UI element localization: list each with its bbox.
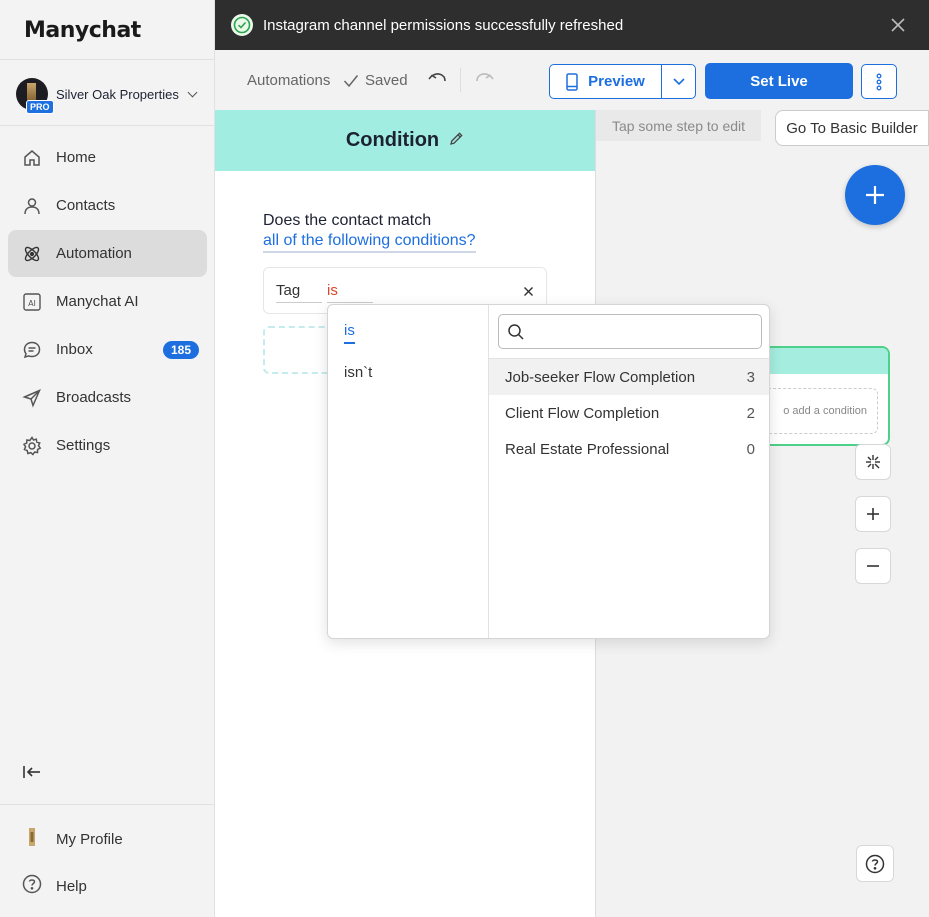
canvas-hint: Tap some step to edit: [596, 110, 761, 141]
add-step-button[interactable]: [845, 165, 905, 225]
atom-icon: [22, 244, 42, 264]
redo-icon[interactable]: [473, 70, 495, 95]
save-status-label: Saved: [365, 72, 408, 89]
check-icon: [343, 74, 359, 87]
my-profile-link[interactable]: My Profile: [22, 826, 123, 853]
preview-options-button[interactable]: [661, 64, 696, 99]
sidebar-item-label: Home: [56, 149, 97, 166]
undo-icon[interactable]: [427, 70, 449, 95]
manychat-logo[interactable]: Manychat: [24, 18, 141, 43]
pencil-icon[interactable]: [449, 131, 464, 151]
sidebar-divider: [0, 125, 215, 126]
more-vertical-icon: [876, 73, 882, 90]
remove-condition-icon[interactable]: [523, 284, 534, 302]
help-label: Help: [56, 878, 87, 895]
sidebar-divider: [0, 59, 215, 60]
toast-message: Instagram channel permissions successful…: [263, 16, 624, 34]
search-icon: [508, 323, 524, 340]
toolbar-divider: [460, 68, 461, 92]
account-name: Silver Oak Properties: [56, 86, 179, 102]
account-switcher[interactable]: PRO Silver Oak Properties: [16, 76, 206, 114]
tag-name: Client Flow Completion: [505, 404, 660, 422]
save-status: Saved: [343, 72, 408, 89]
sidebar-item-label: Contacts: [56, 197, 116, 214]
condition-question: Does the contact match: [263, 212, 432, 229]
minus-icon: [867, 565, 879, 567]
panel-title: Condition: [345, 129, 440, 151]
preview-label: Preview: [588, 73, 645, 90]
condition-field-select[interactable]: Tag: [276, 282, 322, 303]
profile-avatar: [22, 826, 42, 853]
success-toast: Instagram channel permissions successful…: [215, 0, 929, 50]
sidebar-item-label: Inbox: [56, 341, 93, 358]
operator-option-isnt[interactable]: isn`t: [344, 364, 372, 381]
tag-option[interactable]: Real Estate Professional 0: [489, 431, 769, 467]
more-options-button[interactable]: [861, 64, 897, 99]
chevron-down-icon: [672, 77, 685, 85]
tag-count: 0: [746, 440, 755, 458]
pro-badge: PRO: [26, 100, 54, 114]
sidebar-item-automation[interactable]: Automation: [8, 230, 207, 277]
user-icon: [22, 196, 42, 216]
svg-text:AI: AI: [28, 299, 36, 308]
ai-icon: AI: [22, 292, 42, 312]
sidebar-item-contacts[interactable]: Contacts: [8, 182, 207, 229]
tag-count: 3: [746, 368, 755, 386]
zoom-out-button[interactable]: [855, 548, 891, 584]
tag-option[interactable]: Client Flow Completion 2: [489, 395, 769, 431]
send-icon: [22, 388, 42, 408]
magic-wand-button[interactable]: [855, 444, 891, 480]
sparkle-icon: [866, 455, 880, 469]
breadcrumb-automations[interactable]: Automations: [247, 72, 330, 89]
collapse-sidebar-icon[interactable]: [20, 760, 44, 784]
match-mode-link[interactable]: all of the following conditions?: [263, 232, 476, 253]
help-link[interactable]: Help: [22, 874, 87, 899]
tag-condition-dropdown: is isn`t Job-seeker Flow Completion 3 Cl…: [327, 304, 770, 639]
zoom-in-button[interactable]: [855, 496, 891, 532]
tag-count: 2: [746, 404, 755, 422]
sidebar: Manychat PRO Silver Oak Properties Home …: [0, 0, 215, 917]
account-avatar: PRO: [16, 78, 54, 114]
tag-option[interactable]: Job-seeker Flow Completion 3: [489, 359, 769, 395]
sidebar-item-label: Broadcasts: [56, 389, 132, 406]
condition-operator-select[interactable]: is: [327, 282, 373, 303]
operator-list: is isn`t: [328, 305, 489, 638]
go-to-basic-builder-button[interactable]: Go To Basic Builder: [775, 110, 929, 146]
my-profile-label: My Profile: [56, 831, 123, 848]
sidebar-item-manychat-ai[interactable]: AI Manychat AI: [8, 278, 207, 325]
help-button[interactable]: [856, 845, 894, 882]
sidebar-divider: [0, 804, 215, 805]
sidebar-item-label: Automation: [56, 245, 132, 262]
chevron-down-icon: [187, 87, 198, 97]
sidebar-item-broadcasts[interactable]: Broadcasts: [8, 374, 207, 421]
condition-panel-header: Condition: [215, 110, 595, 171]
close-icon[interactable]: [889, 16, 907, 34]
tag-search-field: [498, 314, 762, 349]
set-live-button[interactable]: Set Live: [705, 63, 853, 99]
plus-icon: [867, 508, 879, 520]
sidebar-item-settings[interactable]: Settings: [8, 422, 207, 469]
plus-icon: [866, 186, 884, 204]
chat-icon: [22, 340, 42, 360]
tag-name: Real Estate Professional: [505, 440, 670, 458]
preview-button[interactable]: Preview: [549, 64, 662, 99]
gear-icon: [22, 435, 42, 456]
check-circle-icon: [231, 14, 253, 36]
help-circle-icon: [22, 874, 42, 899]
sidebar-item-home[interactable]: Home: [8, 134, 207, 181]
inbox-count-badge: 185: [162, 340, 199, 359]
sidebar-item-label: Settings: [56, 437, 111, 454]
sidebar-item-inbox[interactable]: Inbox 185: [8, 326, 207, 373]
help-circle-icon: [865, 854, 885, 873]
phone-icon: [566, 72, 578, 91]
editor-toolbar: Automations Saved Preview Set Live: [215, 50, 929, 110]
operator-option-is[interactable]: is: [344, 322, 355, 344]
condition-node-slot[interactable]: o add a condition: [752, 388, 878, 434]
tag-search-input[interactable]: [533, 323, 753, 340]
sidebar-nav: Home Contacts Automation AI Manychat AI …: [8, 134, 207, 470]
sidebar-item-label: Manychat AI: [56, 293, 139, 310]
home-icon: [22, 148, 42, 168]
tag-name: Job-seeker Flow Completion: [505, 368, 696, 386]
